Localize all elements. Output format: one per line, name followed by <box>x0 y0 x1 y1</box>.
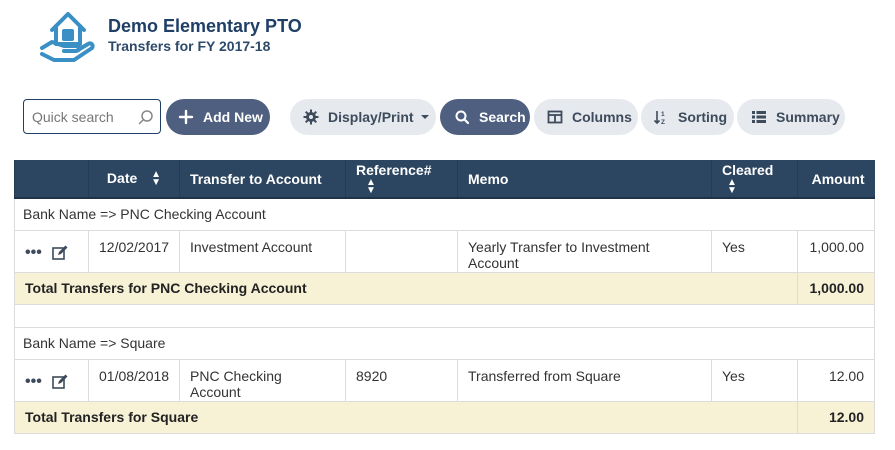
edit-icon[interactable] <box>52 245 68 261</box>
reference-header-label: Reference# <box>356 161 432 178</box>
total-row: Total Transfers for Square 12.00 <box>14 400 875 434</box>
more-icon[interactable]: ••• <box>25 373 42 389</box>
table-header-row: Date ▲ ▼ Transfer to Account Reference# ▲… <box>14 160 875 199</box>
date-header-label: Date <box>106 169 138 186</box>
amount-header[interactable]: Amount <box>797 160 875 199</box>
sort-icon: 1 Z <box>653 111 665 125</box>
caret-down-icon <box>420 115 429 119</box>
total-amount: 1,000.00 <box>797 271 875 305</box>
group-label: Bank Name => Square <box>14 326 875 360</box>
edit-icon[interactable] <box>52 374 68 390</box>
house-hand-logo <box>40 12 95 62</box>
plus-icon <box>178 109 194 125</box>
row-actions: ••• <box>14 229 89 273</box>
memo-header[interactable]: Memo <box>457 160 712 199</box>
total-label: Total Transfers for PNC Checking Account <box>14 271 798 305</box>
search-label: Search <box>479 109 526 125</box>
reference-cell <box>345 229 458 273</box>
svg-text:1: 1 <box>661 111 665 118</box>
amount-header-label: Amount <box>811 170 865 187</box>
summary-label: Summary <box>776 109 840 125</box>
total-label: Total Transfers for Square <box>14 400 798 434</box>
memo-cell: Yearly Transfer to Investment Account <box>457 229 712 273</box>
toolbar: Add New Display/Print Sea <box>0 99 895 135</box>
spacer-cell <box>14 303 875 328</box>
gear-icon <box>303 109 319 125</box>
cleared-header[interactable]: Cleared ▲ ▼ <box>711 160 798 199</box>
memo-cell: Transferred from Square <box>457 358 712 402</box>
table-row[interactable]: ••• 01/08/2018 PNC Checking Account 8920… <box>14 358 875 402</box>
search-icon[interactable] <box>138 109 154 125</box>
date-header[interactable]: Date ▲ ▼ <box>88 160 180 199</box>
columns-button[interactable]: Columns <box>534 99 638 135</box>
sorting-label: Sorting <box>678 109 727 125</box>
quick-search[interactable] <box>23 99 161 134</box>
spacer-row <box>14 303 875 328</box>
add-new-label: Add New <box>203 109 263 125</box>
columns-label: Columns <box>572 109 632 125</box>
account-cell: Investment Account <box>179 229 346 273</box>
account-header-label: Transfer to Account <box>190 170 322 187</box>
total-row: Total Transfers for PNC Checking Account… <box>14 271 875 305</box>
group-row: Bank Name => PNC Checking Account <box>14 197 875 231</box>
app-header: Demo Elementary PTO Transfers for FY 201… <box>38 6 302 68</box>
date-cell: 12/02/2017 <box>88 229 180 273</box>
title-block: Demo Elementary PTO Transfers for FY 201… <box>108 15 302 55</box>
display-print-label: Display/Print <box>328 109 414 125</box>
svg-text:Z: Z <box>661 119 665 125</box>
cleared-header-label: Cleared <box>722 161 774 178</box>
summary-button[interactable]: Summary <box>737 99 845 135</box>
more-icon[interactable]: ••• <box>25 244 42 260</box>
cleared-cell: Yes <box>711 358 798 402</box>
quick-search-input[interactable] <box>32 107 132 127</box>
table-row[interactable]: ••• 12/02/2017 Investment Account Yearly… <box>14 229 875 273</box>
actions-header <box>14 160 89 199</box>
amount-cell: 1,000.00 <box>797 229 875 273</box>
page-title: Transfers for FY 2017-18 <box>108 38 271 54</box>
group-label: Bank Name => PNC Checking Account <box>14 197 875 231</box>
sort-arrows-icon[interactable]: ▲ ▼ <box>151 170 161 188</box>
memo-header-label: Memo <box>468 170 509 187</box>
amount-cell: 12.00 <box>797 358 875 402</box>
group-row: Bank Name => Square <box>14 326 875 360</box>
display-print-button[interactable]: Display/Print <box>290 99 436 135</box>
row-actions: ••• <box>14 358 89 402</box>
search-icon <box>455 110 470 125</box>
account-cell: PNC Checking Account <box>179 358 346 402</box>
add-new-button[interactable]: Add New <box>166 99 270 135</box>
org-name: Demo Elementary PTO <box>108 16 302 36</box>
columns-icon <box>547 110 563 124</box>
search-button[interactable]: Search <box>440 99 530 135</box>
sort-arrows-icon[interactable]: ▲ ▼ <box>727 178 737 196</box>
transfers-table: Date ▲ ▼ Transfer to Account Reference# ▲… <box>14 160 875 434</box>
reference-cell: 8920 <box>345 358 458 402</box>
list-icon <box>752 111 766 123</box>
sorting-button[interactable]: 1 Z Sorting <box>641 99 734 135</box>
total-amount: 12.00 <box>797 400 875 434</box>
cleared-cell: Yes <box>711 229 798 273</box>
reference-header[interactable]: Reference# ▲ ▼ <box>345 160 458 199</box>
account-header[interactable]: Transfer to Account <box>179 160 346 199</box>
date-cell: 01/08/2018 <box>88 358 180 402</box>
sort-arrows-icon[interactable]: ▲ ▼ <box>366 178 376 196</box>
